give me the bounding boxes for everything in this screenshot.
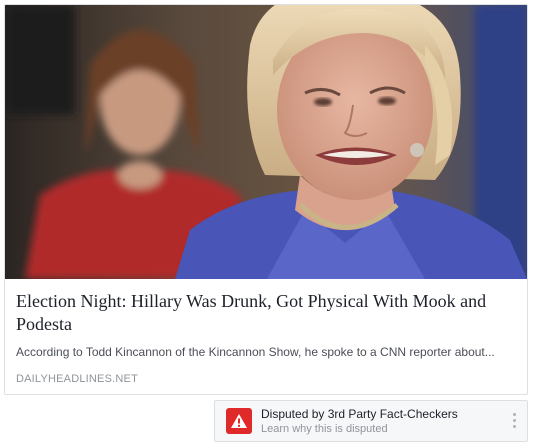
story-snippet: According to Todd Kincannon of the Kinca… bbox=[16, 345, 495, 359]
warning-icon bbox=[226, 408, 252, 434]
learn-why-link[interactable]: Learn why this is disputed bbox=[261, 422, 458, 436]
story-text[interactable]: Election Night: Hillary Was Drunk, Got P… bbox=[16, 290, 516, 360]
story-image[interactable] bbox=[5, 5, 527, 279]
story-headline[interactable]: Election Night: Hillary Was Drunk, Got P… bbox=[16, 290, 516, 336]
story-photo bbox=[5, 5, 527, 279]
disputed-title: Disputed by 3rd Party Fact-Checkers bbox=[261, 406, 458, 421]
disputed-text: Disputed by 3rd Party Fact-Checkers Lear… bbox=[261, 407, 458, 436]
disputed-banner[interactable]: Disputed by 3rd Party Fact-Checkers Lear… bbox=[214, 400, 528, 442]
more-vertical-icon[interactable] bbox=[511, 413, 517, 428]
story-domain: DAILYHEADLINES.NET bbox=[16, 373, 138, 385]
link-preview-card[interactable]: Election Night: Hillary Was Drunk, Got P… bbox=[4, 4, 528, 395]
